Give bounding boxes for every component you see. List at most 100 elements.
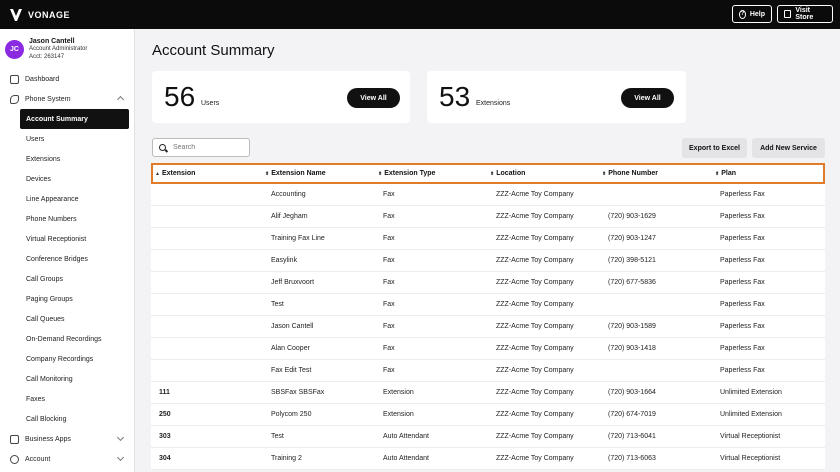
cell-phone-number: (720) 903-1247 xyxy=(608,235,656,242)
table-row[interactable]: Jeff Bruxvoort Fax ZZZ-Acme Toy Company (72… xyxy=(151,272,825,294)
sidebar-item-account[interactable]: Account xyxy=(0,449,135,469)
users-label: Users xyxy=(201,100,220,107)
sidebar-item-label: Account xyxy=(25,455,51,463)
account-icon xyxy=(10,454,19,464)
cell-location: ZZZ-Acme Toy Company xyxy=(496,279,574,286)
cell-extension: 303 xyxy=(159,433,171,440)
cell-plan: Paperless Fax xyxy=(720,191,765,198)
sort-icon: ⬍ xyxy=(715,170,720,177)
cell-plan: Paperless Fax xyxy=(720,323,765,330)
users-count: 56 xyxy=(164,81,196,112)
help-button[interactable]: ? Help xyxy=(732,5,772,23)
table-row[interactable]: Alan Cooper Fax ZZZ-Acme Toy Company (720) … xyxy=(151,338,825,360)
extensions-summary-card: 53 Extensions View All xyxy=(427,71,686,123)
phone-icon xyxy=(10,94,19,104)
user-profile[interactable]: JC Jason Cantell Account Administrator A… xyxy=(5,38,87,61)
cell-extension-type: Extension xyxy=(383,411,414,418)
cell-extension-type: Fax xyxy=(383,235,395,242)
cell-location: ZZZ-Acme Toy Company xyxy=(496,257,574,264)
table-row[interactable]: 250 Polycom 250 Extension ZZZ-Acme Toy Comp… xyxy=(151,404,825,426)
search-input[interactable] xyxy=(173,144,243,151)
table-row[interactable]: Jason Cantell Fax ZZZ-Acme Toy Company (720… xyxy=(151,316,825,338)
sidebar-item-conference-bridges[interactable]: Conference Bridges xyxy=(0,249,135,269)
table-row[interactable]: 304 Training 2 Auto Attendant ZZZ-Acme Toy … xyxy=(151,448,825,470)
sidebar-item-devices[interactable]: Devices xyxy=(0,169,135,189)
sidebar-item-account-summary[interactable]: Account Summary xyxy=(20,109,129,129)
sort-icon: ▲ xyxy=(155,170,160,177)
user-account-number: Acct: 263147 xyxy=(29,54,65,60)
sidebar-item-call-monitoring[interactable]: Call Monitoring xyxy=(0,369,135,389)
sidebar-item-extensions[interactable]: Extensions xyxy=(0,149,135,169)
cell-plan: Paperless Fax xyxy=(720,257,765,264)
column-header-phone-number[interactable]: ⬍ Phone Number xyxy=(602,170,658,177)
column-header-location[interactable]: ⬍ Location xyxy=(490,170,525,177)
cell-location: ZZZ-Acme Toy Company xyxy=(496,411,574,418)
sidebar-item-faxes[interactable]: Faxes xyxy=(0,389,135,409)
sidebar-item-label: Phone System xyxy=(25,95,71,103)
sidebar-item-users[interactable]: Users xyxy=(0,129,135,149)
cell-location: ZZZ-Acme Toy Company xyxy=(496,323,574,330)
sidebar-item-on-demand-recordings[interactable]: On-Demand Recordings xyxy=(0,329,135,349)
cell-extension-name: Jeff Bruxvoort xyxy=(271,279,315,286)
cell-location: ZZZ-Acme Toy Company xyxy=(496,191,574,198)
table-row[interactable]: Alif Jegham Fax ZZZ-Acme Toy Company (720) … xyxy=(151,206,825,228)
sidebar-item-call-groups[interactable]: Call Groups xyxy=(0,269,135,289)
table-row[interactable]: Test Fax ZZZ-Acme Toy Company Paperless Fax xyxy=(151,294,825,316)
sidebar-item-dashboard[interactable]: Dashboard xyxy=(0,69,135,89)
question-icon: ? xyxy=(739,9,746,19)
cell-extension-name: Accounting xyxy=(271,191,306,198)
table-row[interactable]: 303 Test Auto Attendant ZZZ-Acme Toy Compan… xyxy=(151,426,825,448)
help-label: Help xyxy=(749,10,765,18)
cell-extension-type: Auto Attendant xyxy=(383,455,429,462)
sidebar-item-line-appearance[interactable]: Line Appearance xyxy=(0,189,135,209)
users-summary-card: 56 Users View All xyxy=(152,71,410,123)
sidebar-item-paging-groups[interactable]: Paging Groups xyxy=(0,289,135,309)
sidebar-item-virtual-receptionist[interactable]: Virtual Receptionist xyxy=(0,229,135,249)
vonage-logo[interactable]: VONAGE xyxy=(9,8,70,22)
table-row[interactable]: Easylink Fax ZZZ-Acme Toy Company (720) 398… xyxy=(151,250,825,272)
table-row[interactable]: Training Fax Line Fax ZZZ-Acme Toy Company… xyxy=(151,228,825,250)
table-row[interactable]: Accounting Fax ZZZ-Acme Toy Company Paperle… xyxy=(151,184,825,206)
cell-extension-type: Fax xyxy=(383,301,395,308)
view-all-users-button[interactable]: View All xyxy=(347,88,400,108)
export-to-excel-button[interactable]: Export to Excel xyxy=(682,138,747,158)
column-header-plan[interactable]: ⬍ Plan xyxy=(715,170,736,177)
cell-extension: 111 xyxy=(159,389,170,396)
dashboard-icon xyxy=(10,74,19,84)
view-all-extensions-button[interactable]: View All xyxy=(621,88,674,108)
sidebar-item-company-recordings[interactable]: Company Recordings xyxy=(0,349,135,369)
sidebar-item-call-queues[interactable]: Call Queues xyxy=(0,309,135,329)
column-header-extension[interactable]: ▲ Extension xyxy=(155,170,195,177)
vonage-logo-icon xyxy=(10,8,22,21)
cell-extension-name: Training 2 xyxy=(271,455,302,462)
cell-location: ZZZ-Acme Toy Company xyxy=(496,433,574,440)
cell-plan: Paperless Fax xyxy=(720,367,765,374)
column-header-extension-name[interactable]: ⬍ Extension Name xyxy=(265,170,326,177)
sidebar-item-phone-numbers[interactable]: Phone Numbers xyxy=(0,209,135,229)
chevron-up-icon xyxy=(116,95,125,104)
add-new-service-button[interactable]: Add New Service xyxy=(752,138,825,158)
cell-plan: Virtual Receptionist xyxy=(720,455,781,462)
cell-phone-number: (720) 903-1589 xyxy=(608,323,656,330)
sidebar-item-phone-system[interactable]: Phone System xyxy=(0,89,135,109)
cell-location: ZZZ-Acme Toy Company xyxy=(496,389,574,396)
table-row[interactable]: Fax Edit Test Fax ZZZ-Acme Toy Company Pape… xyxy=(151,360,825,382)
visit-store-button[interactable]: Visit Store xyxy=(777,5,833,23)
cell-phone-number: (720) 677-5836 xyxy=(608,279,656,286)
cell-extension-name: Alif Jegham xyxy=(271,213,308,220)
cell-location: ZZZ-Acme Toy Company xyxy=(496,213,574,220)
cell-location: ZZZ-Acme Toy Company xyxy=(496,367,574,374)
cell-extension-name: Alan Cooper xyxy=(271,345,310,352)
cell-location: ZZZ-Acme Toy Company xyxy=(496,345,574,352)
cell-extension: 304 xyxy=(159,455,171,462)
cell-phone-number: (720) 674-7019 xyxy=(608,411,656,418)
sidebar-item-call-blocking[interactable]: Call Blocking xyxy=(0,409,135,429)
sort-icon: ⬍ xyxy=(265,170,270,177)
sidebar-item-business-apps[interactable]: Business Apps xyxy=(0,429,135,449)
cell-extension-name: Training Fax Line xyxy=(271,235,325,242)
column-header-extension-type[interactable]: ⬍ Extension Type xyxy=(378,170,435,177)
cell-location: ZZZ-Acme Toy Company xyxy=(496,235,574,242)
sort-icon: ⬍ xyxy=(490,170,495,177)
table-row[interactable]: 111 SBSFax SBSFax Extension ZZZ-Acme Toy Co… xyxy=(151,382,825,404)
cell-plan: Paperless Fax xyxy=(720,279,765,286)
